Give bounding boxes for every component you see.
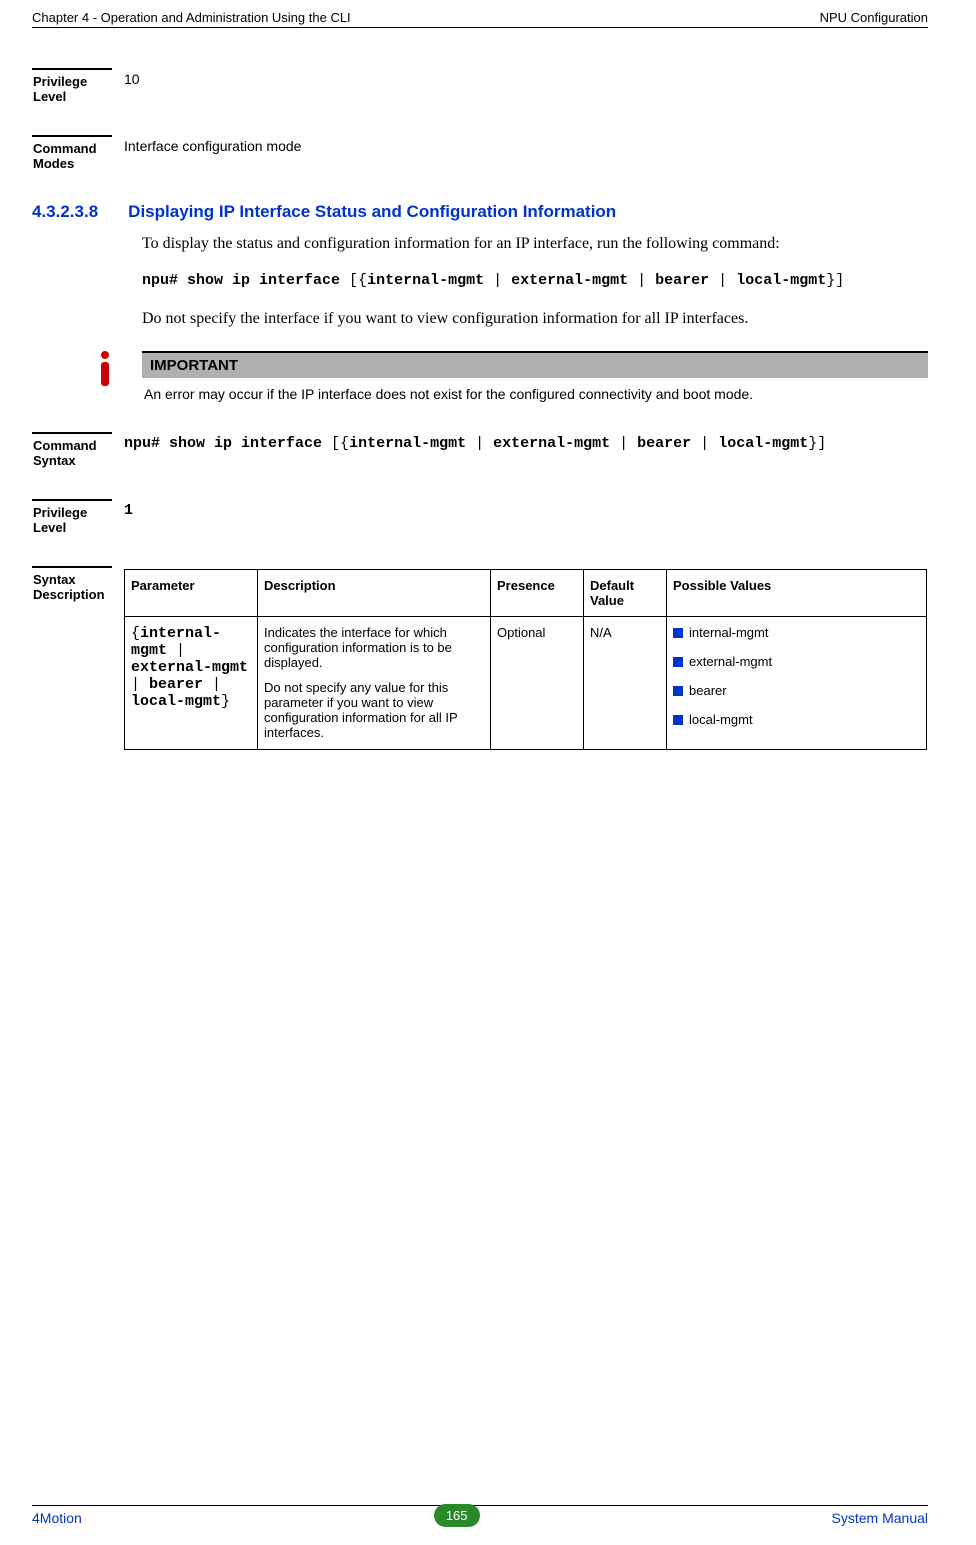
cell-parameter: {internal-mgmt | external-mgmt | bearer … — [125, 616, 258, 749]
important-icon — [92, 349, 118, 389]
syntax-description-label: Syntax Description — [32, 568, 114, 751]
table-row: {internal-mgmt | external-mgmt | bearer … — [125, 616, 927, 749]
cell-description: Indicates the interface for which config… — [258, 616, 491, 749]
privilege-level-label: Privilege Level — [32, 70, 114, 105]
cell-possible-values: internal-mgmt external-mgmt bearer local… — [667, 616, 927, 749]
bullet-icon — [673, 686, 683, 696]
section-number: 4.3.2.3.8 — [32, 202, 98, 222]
syntax-table: Parameter Description Presence Default V… — [124, 569, 927, 750]
privilege-level-value-2: 1 — [114, 501, 928, 536]
important-title: IMPORTANT — [142, 351, 928, 378]
header-left: Chapter 4 - Operation and Administration… — [32, 10, 351, 25]
command-syntax-label: Command Syntax — [32, 434, 114, 469]
important-text: An error may occur if the IP interface d… — [142, 378, 928, 404]
command-example: npu# show ip interface [{internal-mgmt |… — [142, 270, 928, 293]
cell-default: N/A — [584, 616, 667, 749]
privilege-level-label-2: Privilege Level — [32, 501, 114, 536]
section-para-2: Do not specify the interface if you want… — [142, 307, 928, 331]
page-number: 165 — [434, 1504, 480, 1527]
section-title: Displaying IP Interface Status and Confi… — [128, 202, 616, 222]
th-description: Description — [258, 569, 491, 616]
important-box: IMPORTANT An error may occur if the IP i… — [142, 351, 928, 404]
footer-right: System Manual — [832, 1510, 928, 1526]
command-modes-value: Interface configuration mode — [114, 137, 928, 172]
th-parameter: Parameter — [125, 569, 258, 616]
header-right: NPU Configuration — [820, 10, 928, 25]
privilege-level-value: 10 — [114, 70, 928, 105]
command-syntax-value: npu# show ip interface [{internal-mgmt |… — [114, 434, 928, 469]
command-modes-label: Command Modes — [32, 137, 114, 172]
bullet-icon — [673, 715, 683, 725]
cell-presence: Optional — [491, 616, 584, 749]
page-footer: 4Motion 165 System Manual — [32, 1505, 928, 1529]
footer-left: 4Motion — [32, 1510, 82, 1526]
th-possible: Possible Values — [667, 569, 927, 616]
bullet-icon — [673, 628, 683, 638]
section-para-1: To display the status and configuration … — [142, 232, 928, 256]
page-header: Chapter 4 - Operation and Administration… — [32, 10, 928, 28]
bullet-icon — [673, 657, 683, 667]
th-default: Default Value — [584, 569, 667, 616]
th-presence: Presence — [491, 569, 584, 616]
